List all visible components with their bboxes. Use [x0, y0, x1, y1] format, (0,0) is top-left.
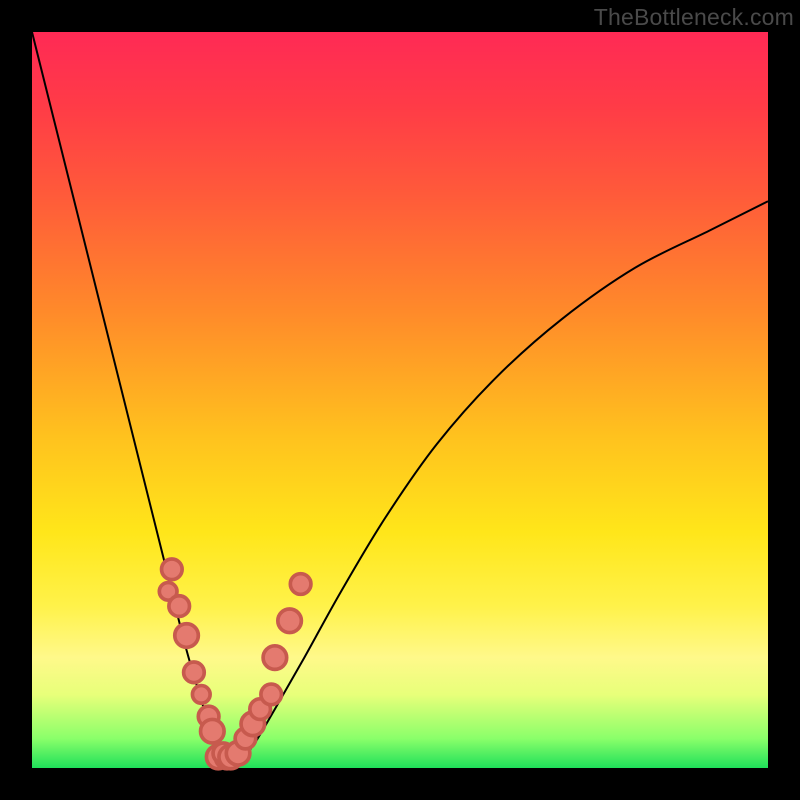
- sample-dot: [169, 596, 190, 617]
- sample-dot: [192, 686, 210, 704]
- chart-frame: TheBottleneck.com: [0, 0, 800, 800]
- sample-dot: [278, 609, 302, 633]
- sample-dot: [201, 719, 225, 743]
- dot-group: [159, 559, 311, 769]
- sample-dot: [184, 662, 205, 683]
- watermark-text: TheBottleneck.com: [594, 4, 794, 31]
- bottleneck-curve: [32, 32, 768, 768]
- sample-dot: [261, 684, 282, 705]
- sample-dot: [263, 646, 287, 670]
- sample-dot: [175, 624, 199, 648]
- sample-dot: [162, 559, 183, 580]
- sample-dot: [290, 574, 311, 595]
- plot-area: [32, 32, 768, 768]
- curve-layer: [32, 32, 768, 768]
